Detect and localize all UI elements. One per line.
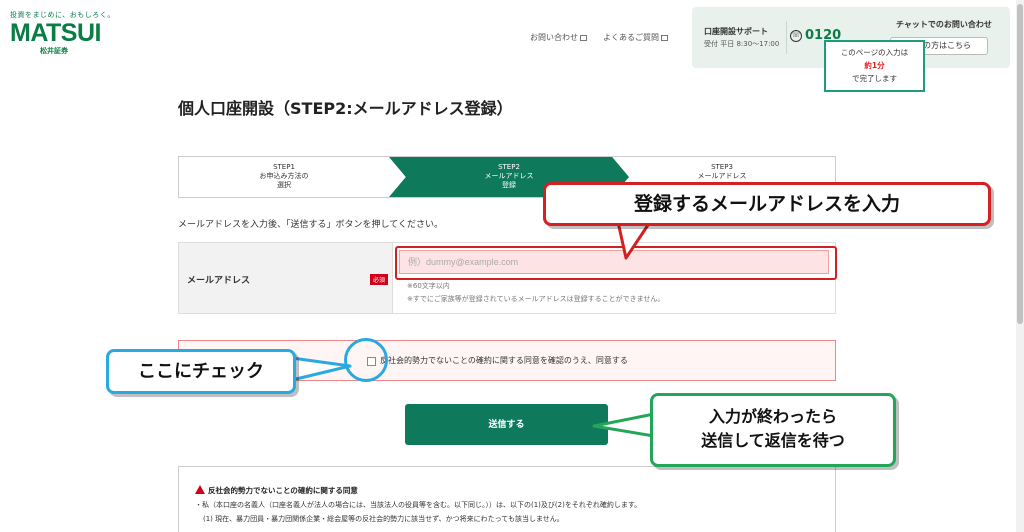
contact-link-label: お問い合わせ	[530, 33, 578, 42]
external-link-icon	[661, 34, 668, 41]
time-tip-duration: 約1分	[864, 61, 885, 70]
email-length-hint: ※60文字以内	[407, 282, 450, 290]
matsui-logo[interactable]: 投資をまじめに、おもしろく。 MATSUI 松井証券	[10, 10, 114, 56]
email-callout: 登録するメールアドレスを入力	[543, 182, 991, 226]
submit-callout-line2: 送信して返信を待つ	[701, 431, 845, 450]
chat-label: チャットでのお問い合わせ	[896, 20, 992, 29]
time-tip-line1: このページの入力は	[840, 48, 909, 57]
step-3-label: STEP3	[711, 163, 733, 171]
support-hours: 受付 平日 8:30～17:00	[704, 40, 780, 48]
logo-name: MATSUI	[10, 19, 101, 47]
required-badge: 必須	[370, 274, 389, 285]
check-callout: ここにチェック	[106, 349, 296, 394]
support-title: 口座開設サポート	[704, 27, 768, 36]
email-label: メールアドレス	[187, 276, 251, 286]
checkbox-highlight-circle	[344, 338, 388, 382]
page-title: 個人口座開設（STEP2:メールアドレス登録）	[178, 99, 513, 118]
step-1-desc: お申込み方法の	[259, 172, 309, 180]
consent-label[interactable]: 反社会的勢力でないことの確約に関する同意を確認のうえ、同意する	[380, 355, 628, 366]
notice-title: 反社会的勢力でないことの確約に関する同意	[195, 485, 819, 496]
step-3-desc: メールアドレス	[697, 172, 747, 180]
email-highlight-frame	[395, 246, 837, 280]
step-2-desc: メールアドレス	[484, 172, 534, 180]
email-duplicate-hint: ※すでにご家族等が登録されているメールアドレスは登録することができません。	[407, 295, 665, 303]
notice-line: ・私（本口座の名義人（口座名義人が法人の場合には、当該法人の役員等を含む。以下同…	[195, 501, 642, 509]
time-tip-line3: で完了します	[852, 74, 897, 83]
faq-link-label: よくあるご質問	[603, 33, 659, 42]
contact-link[interactable]: お問い合わせ	[530, 32, 587, 43]
instruction-text: メールアドレスを入力後、「送信する」ボタンを押してください。	[178, 220, 443, 230]
step-1: STEP1 お申込み方法の 選択	[179, 157, 389, 197]
step-2-label: STEP2	[498, 163, 520, 171]
warning-icon	[195, 485, 205, 494]
external-link-icon	[580, 34, 587, 41]
email-label-cell: メールアドレス 必須	[179, 243, 393, 313]
notice-line: (1) 現在、暴力団員・暴力団関係企業・総会屋等の反社会的勢力に該当せず、かつ将…	[203, 515, 564, 523]
time-tooltip: このページの入力は 約1分 で完了します	[824, 40, 925, 92]
step-1-desc2: 選択	[277, 181, 291, 189]
phone-icon: ☏	[790, 30, 802, 42]
notice-title-text: 反社会的勢力でないことの確約に関する同意	[208, 486, 358, 495]
faq-link[interactable]: よくあるご質問	[603, 32, 668, 43]
submit-callout-line1: 入力が終わったら	[708, 407, 837, 426]
page-scrollbar[interactable]	[1016, 0, 1024, 532]
submit-button[interactable]: 送信する	[405, 404, 608, 445]
logo-subname: 松井証券	[40, 47, 68, 55]
antisocial-notice: 反社会的勢力でないことの確約に関する同意 ・私（本口座の名義人（口座名義人が法人…	[178, 466, 836, 532]
scrollbar-thumb[interactable]	[1017, 4, 1023, 324]
divider	[786, 21, 787, 54]
submit-callout: 入力が終わったら 送信して返信を待つ	[650, 393, 896, 467]
step-1-label: STEP1	[273, 163, 295, 171]
